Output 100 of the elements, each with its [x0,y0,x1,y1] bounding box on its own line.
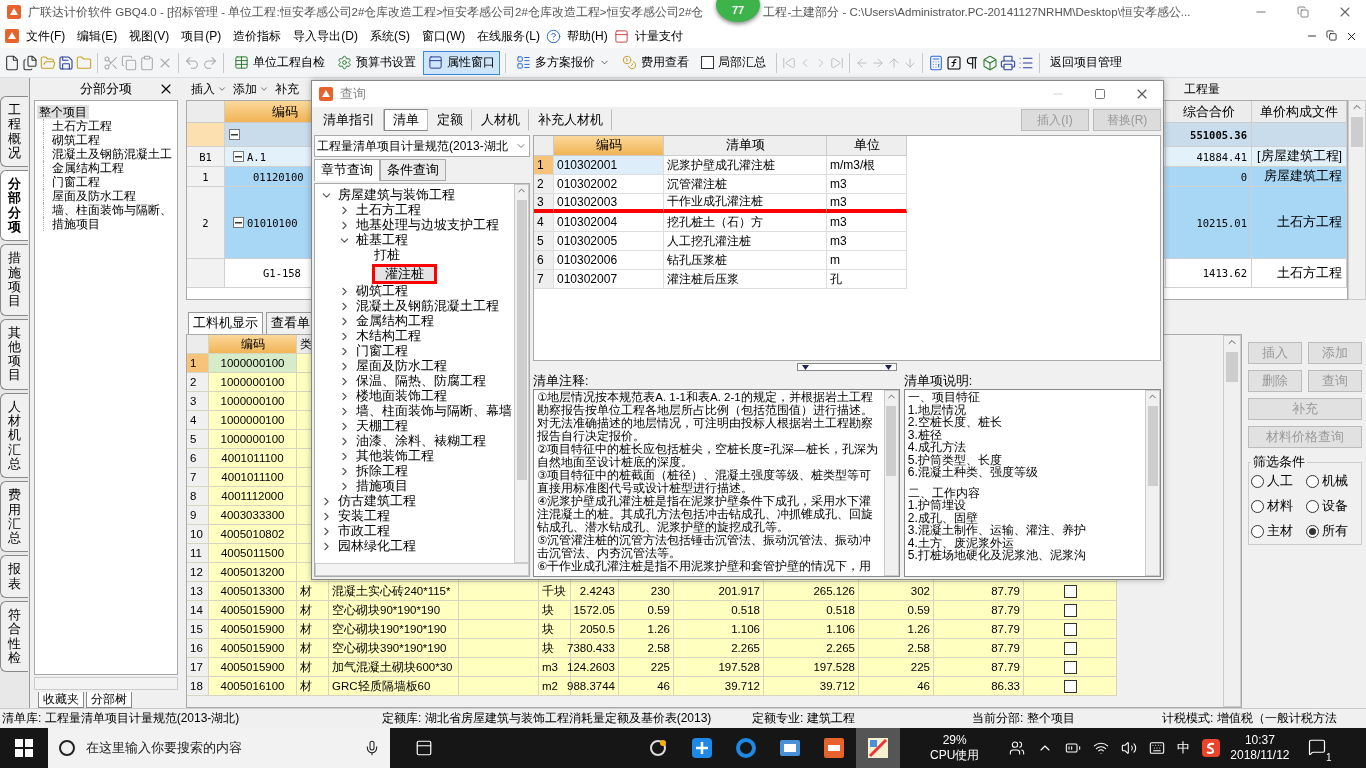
toolbar-button[interactable]: 费用查看 [617,50,694,75]
insert-button[interactable]: 插入 [188,80,230,98]
side-tab[interactable]: 分部分项 [0,170,28,242]
menu-item[interactable]: 系统(S) [364,25,416,47]
tree-item[interactable]: 灌注桩 [372,263,437,284]
table-cell[interactable]: 孔 [827,270,907,289]
library-dropdown[interactable]: 工程量清单项目计量规范(2013-湖北 [314,135,530,157]
tree-item[interactable]: 市政工程 [336,524,392,539]
side-tab[interactable]: 工程概况 [0,96,28,168]
menu-item[interactable]: 项目(P) [175,25,228,47]
tree-item[interactable]: 墙、柱面装饰与隔断、 [52,204,172,216]
table-cell[interactable]: 灌注桩后压浆 [664,270,827,289]
table-cell[interactable]: 人工挖孔灌注桩 [664,232,827,251]
table-cell[interactable]: 010302006 [554,251,664,270]
tree-item[interactable]: 金属结构工程 [354,314,436,329]
clock-time[interactable]: 10:37 [1244,733,1275,748]
toolbar-button[interactable]: 返回项目管理 [1045,50,1127,75]
ime-indicator[interactable]: 中 [1177,739,1191,757]
menu-item[interactable]: 编辑(E) [71,25,124,47]
side-tab[interactable]: 报表 [0,555,28,598]
tree-item[interactable]: 地基处理与边坡支护工程 [354,218,501,233]
side-tab[interactable]: 其他项目 [0,318,28,390]
tab[interactable]: 工料机显示 [188,312,263,334]
side-tab[interactable]: 人材机汇总 [0,392,28,479]
tree-item[interactable]: 措施项目 [52,218,100,230]
radio-label[interactable]: 设备 [1322,498,1348,515]
tree-item[interactable]: 墙、柱面装饰与隔断、幕墙 [354,404,514,419]
tree-item[interactable]: 屋面及防水工程 [52,190,136,202]
add-button[interactable]: 添加 [230,80,272,98]
tree-item[interactable]: 土石方工程 [354,203,423,218]
tree-item[interactable]: 措施项目 [354,479,410,494]
table-cell[interactable]: m [827,251,907,270]
table-cell[interactable]: m/m3/根 [827,156,907,175]
tree-item[interactable]: 屋面及防水工程 [354,359,449,374]
tree-item[interactable]: 砌筑工程 [354,284,410,299]
toolbar-button[interactable]: 属性窗口 [423,50,500,75]
table-cell[interactable]: 010302003 [554,194,664,213]
menu-item[interactable]: 计量支付 [628,25,689,47]
menu-item[interactable]: 导入导出(D) [287,25,364,47]
quantity-tab[interactable]: 工程量 [1178,79,1226,99]
tree-item[interactable]: 土石方工程 [52,120,112,132]
search-field[interactable]: 在这里输入你要搜索的内容 [48,728,390,768]
panel-tab[interactable]: 分部树 [86,692,132,708]
table-cell[interactable]: 010302004 [554,213,664,232]
tree-item[interactable]: 桩基工程 [354,233,410,248]
tab[interactable]: 定额 [428,109,472,131]
menu-item[interactable]: 造价指标 [227,25,288,47]
table-cell[interactable]: 010302005 [554,232,664,251]
clock-date[interactable]: 2018/11/12 [1230,748,1290,763]
tree-item[interactable]: 混凝土及钢筋混凝土工程 [354,299,501,314]
toolbar-button[interactable]: 多方案报价 [511,50,615,75]
table-cell[interactable]: m3 [827,213,907,232]
table-cell[interactable]: m3 [827,232,907,251]
table-cell[interactable]: 泥浆护壁成孔灌注桩 [664,156,827,175]
table-cell[interactable]: 010302002 [554,175,664,194]
tab[interactable]: 条件查询 [380,159,446,181]
menu-item[interactable]: 在线服务(L) [471,25,546,47]
side-tab[interactable]: 符合性检 [0,601,28,673]
tree-item[interactable]: 拆除工程 [354,464,410,479]
radio-label[interactable]: 人工 [1267,473,1293,490]
tab[interactable]: 补充人材机 [529,109,612,131]
tree-item[interactable]: 安装工程 [336,509,392,524]
side-tab[interactable]: 措施项目 [0,244,28,316]
tree-item[interactable]: 砌筑工程 [52,134,100,146]
tree-item[interactable]: 楼地面装饰工程 [354,389,449,404]
table-cell[interactable]: m3 [827,194,907,213]
tree-item[interactable]: 门窗工程 [354,344,410,359]
panel-tab[interactable]: 收藏夹 [38,692,84,708]
tree-item[interactable]: 油漆、涂料、裱糊工程 [354,434,488,449]
table-cell[interactable]: 沉管灌注桩 [664,175,827,194]
tree-item[interactable]: 门窗工程 [52,176,100,188]
tree-item[interactable]: 天棚工程 [354,419,410,434]
tab[interactable]: 清单 [384,109,428,131]
partial-sum-checkbox[interactable]: 局部汇总 [696,50,771,75]
table-cell[interactable]: 钻孔压浆桩 [664,251,827,270]
toolbar-button[interactable]: 单位工程自检 [229,50,330,75]
supplement-button[interactable]: 补充 [272,80,302,98]
tree-item[interactable]: 木结构工程 [354,329,423,344]
menu-item[interactable]: 文件(F) [20,25,72,47]
tree-item[interactable]: 园林绿化工程 [336,539,418,554]
tree-item[interactable]: 其他装饰工程 [354,449,436,464]
tree-item[interactable]: 房屋建筑与装饰工程 [336,188,457,203]
radio-label[interactable]: 机械 [1322,473,1348,490]
tab[interactable]: 章节查询 [314,159,380,181]
table-cell[interactable]: 干作业成孔灌注桩 [664,194,827,213]
table-cell[interactable]: 010302001 [554,156,664,175]
toolbar-button[interactable]: 预算书设置 [332,50,421,75]
tree-item[interactable]: 混凝土及钢筋混凝土工 [52,148,172,160]
tree-item[interactable]: 打桩 [372,248,402,263]
table-cell[interactable]: m3 [827,175,907,194]
radio-label[interactable]: 所有 [1322,523,1348,540]
tree-item[interactable]: 保温、隔热、防腐工程 [354,374,488,389]
menu-item[interactable]: 帮助(H) [561,25,614,47]
menu-item[interactable]: 窗口(W) [416,25,472,47]
side-tab[interactable]: 费用汇总 [0,481,28,553]
menu-item[interactable]: 视图(V) [123,25,176,47]
tab[interactable]: 人材机 [472,109,529,131]
radio-label[interactable]: 主材 [1267,523,1293,540]
table-cell[interactable]: 010302007 [554,270,664,289]
tree-item[interactable]: 金属结构工程 [52,162,124,174]
